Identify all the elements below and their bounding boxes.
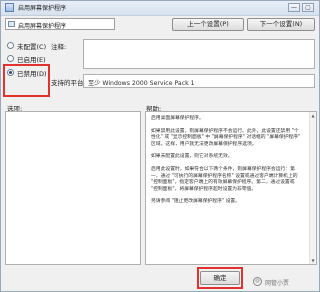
setting-icon — [8, 21, 15, 27]
help-paragraph: 如果未配置此设置，则它对系统无效。 — [151, 154, 233, 160]
scroll-up-icon[interactable]: ▲ — [310, 112, 316, 119]
radio-label: 已启用(E) — [17, 56, 46, 64]
minimize-button[interactable]: — — [288, 3, 300, 12]
comment-input[interactable] — [83, 39, 315, 69]
title-bar: 启用屏幕保护程序 — ▢ — [1, 1, 319, 16]
help-paragraph: 启用桌面屏幕保护程序。 — [151, 116, 204, 121]
watermark-icon: ◎ — [253, 277, 262, 286]
supported-on-field: 至少 Windows 2000 Service Pack 1 — [83, 74, 315, 88]
scroll-down-icon[interactable]: ▼ — [310, 257, 316, 264]
supported-on-value: 至少 Windows 2000 Service Pack 1 — [88, 80, 195, 87]
help-scrollbar[interactable]: ▲ ▼ — [309, 112, 316, 264]
highlight-box — [3, 64, 50, 97]
dialog-window: 启用屏幕保护程序 — ▢ 启用屏幕保护程序 上一个设置(P) 下一个设置(N) … — [0, 0, 320, 292]
setting-header: 启用屏幕保护程序 — [5, 18, 115, 30]
help-text: 启用桌面屏幕保护程序。 如果禁用此设置，则屏幕保护程序不会运行。此外，此设置还禁… — [151, 116, 301, 212]
help-pane: 启用桌面屏幕保护程序。 如果禁用此设置，则屏幕保护程序不会运行。此外，此设置还禁… — [145, 111, 317, 265]
previous-setting-button[interactable]: 上一个设置(P) — [172, 18, 244, 31]
supported-on-label: 支持的平台: — [51, 79, 86, 87]
radio-button[interactable] — [7, 42, 14, 49]
comment-label: 注释: — [51, 43, 67, 51]
help-paragraph: 另请参阅 "阻止更改屏幕保护程序" 设置。 — [151, 199, 241, 205]
next-setting-button[interactable]: 下一个设置(N) — [247, 18, 315, 31]
highlight-box — [197, 267, 243, 289]
maximize-button[interactable]: ▢ — [302, 3, 314, 12]
radio-button[interactable] — [7, 55, 14, 62]
watermark-text: 网管小贾 — [265, 280, 290, 287]
help-paragraph: 如果禁用此设置，则屏幕保护程序不会运行。此外，此设置还禁用 "个性化" 或 "显… — [151, 128, 301, 147]
options-pane — [5, 111, 141, 265]
radio-label: 未配置(C) — [17, 43, 47, 51]
setting-name: 启用屏幕保护程序 — [18, 23, 67, 30]
policy-icon — [5, 3, 14, 12]
window-title: 启用屏幕保护程序 — [18, 5, 67, 12]
help-paragraph: 启用此设置时，如果符合以下两个条件，则屏幕保护程序会运行：第一，通过 "可执行的… — [151, 166, 298, 192]
